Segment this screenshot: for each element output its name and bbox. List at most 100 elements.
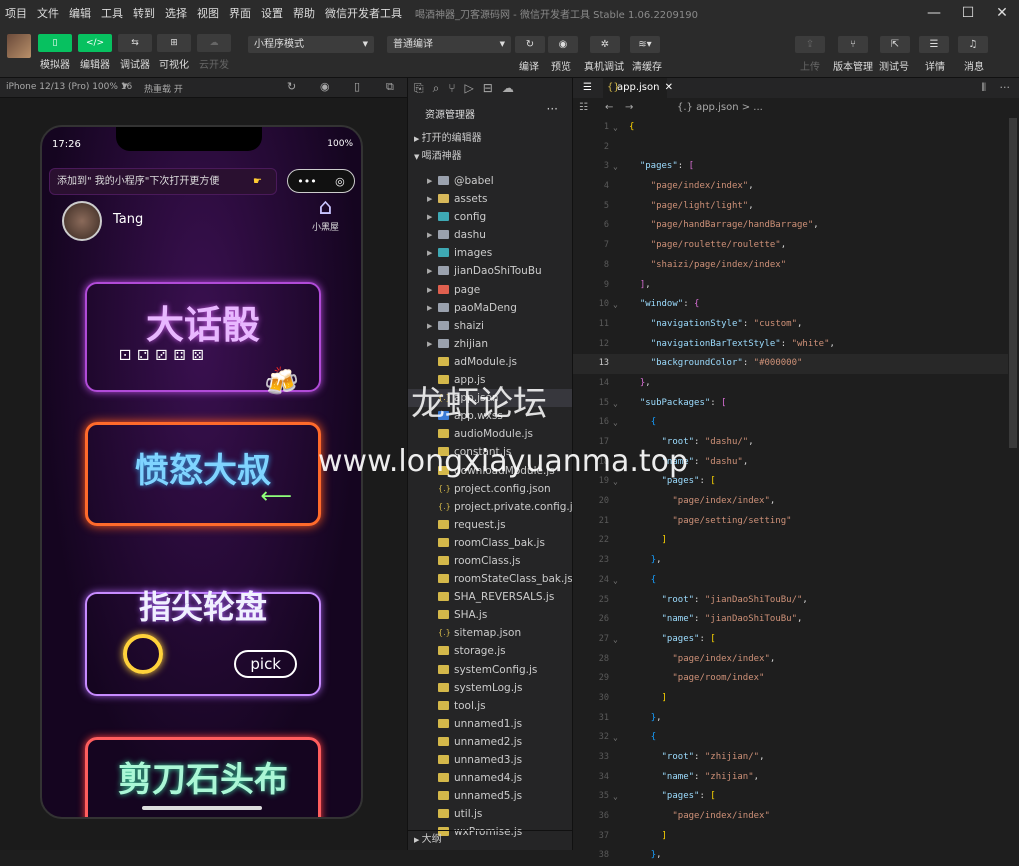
list-icon[interactable]: ☰ bbox=[573, 78, 603, 98]
file-tree-item[interactable]: request.js bbox=[408, 516, 573, 534]
visual-toggle[interactable]: ⊞ 可视化 bbox=[157, 34, 191, 71]
close-miniprogram-button[interactable]: ◎ bbox=[335, 175, 345, 188]
menu-item[interactable]: 视图 bbox=[192, 5, 224, 21]
debugger-toggle[interactable]: ⇆ 调试器 bbox=[118, 34, 152, 71]
cloud-icon[interactable]: ☁ bbox=[502, 81, 514, 95]
fold-icon[interactable]: ⌄ bbox=[613, 787, 618, 807]
more-icon[interactable]: ··· bbox=[1000, 81, 1011, 94]
files-icon[interactable]: ⎘ bbox=[414, 81, 424, 96]
file-tree-item[interactable]: ▶ assets bbox=[408, 190, 573, 208]
file-tree-item[interactable]: {.} sitemap.json bbox=[408, 624, 573, 642]
vertical-scrollbar[interactable] bbox=[1009, 118, 1017, 448]
file-tree-item[interactable]: ▶ page bbox=[408, 281, 573, 299]
wrap-icon[interactable]: ☷ bbox=[579, 98, 588, 118]
file-tree-item[interactable]: unnamed2.js bbox=[408, 733, 573, 751]
file-tree-item[interactable]: storage.js bbox=[408, 642, 573, 660]
file-tree-item[interactable]: unnamed3.js bbox=[408, 751, 573, 769]
game-card-angry-uncle[interactable]: 愤怒大叔 ⟵ bbox=[85, 422, 321, 526]
file-tree-item[interactable]: app.wxss bbox=[408, 407, 573, 425]
file-tree-item[interactable]: util.js bbox=[408, 805, 573, 823]
menu-item[interactable]: 帮助 bbox=[288, 5, 320, 21]
fold-icon[interactable]: ⌄ bbox=[613, 118, 618, 138]
file-tree-item[interactable]: ▶ shaizi bbox=[408, 317, 573, 335]
file-tree-item[interactable]: SHA_REVERSALS.js bbox=[408, 588, 573, 606]
popout-icon[interactable]: ⧉ bbox=[386, 80, 394, 94]
user-avatar[interactable] bbox=[7, 34, 31, 58]
file-tree-item[interactable]: SHA.js bbox=[408, 606, 573, 624]
menu-item[interactable]: 文件 bbox=[32, 5, 64, 21]
file-tree-item[interactable]: ▶ images bbox=[408, 244, 573, 262]
file-tree-item[interactable]: ▶ jianDaoShiTouBu bbox=[408, 262, 573, 280]
file-tree-item[interactable]: adModule.js bbox=[408, 353, 573, 371]
hotreload-toggle[interactable]: 热重载 开 bbox=[144, 82, 183, 95]
menu-item[interactable]: 微信开发者工具 bbox=[320, 5, 407, 21]
file-tree-item[interactable]: {.} app.json bbox=[408, 389, 573, 408]
file-tree-item[interactable]: {.}project.private.config.js... bbox=[408, 498, 573, 516]
maximize-icon[interactable]: ☐ bbox=[951, 0, 985, 26]
close-tab-icon[interactable]: ✕ bbox=[665, 78, 673, 98]
add-miniprogram-tip[interactable]: 添加到" 我的小程序"下次打开更方便 ☛ bbox=[49, 168, 277, 195]
home-button[interactable]: ⌂ 小黑屋 bbox=[312, 195, 339, 233]
fold-icon[interactable]: ⌄ bbox=[613, 472, 618, 492]
fold-icon[interactable]: ⌄ bbox=[613, 413, 618, 433]
file-tree-item[interactable]: ▶ dashu bbox=[408, 226, 573, 244]
mode-select[interactable]: 小程序模式 ▼ bbox=[248, 36, 374, 53]
menu-item[interactable]: 编辑 bbox=[64, 5, 96, 21]
file-tree-item[interactable]: roomStateClass_bak.js bbox=[408, 570, 573, 588]
outline-section[interactable]: ▶ 大纲 bbox=[408, 830, 572, 850]
menu-item[interactable]: 设置 bbox=[256, 5, 288, 21]
fold-icon[interactable]: ⌄ bbox=[613, 728, 618, 748]
file-tree-item[interactable]: systemLog.js bbox=[408, 679, 573, 697]
cloud-toggle[interactable]: ☁ 云开发 bbox=[197, 34, 231, 71]
file-tree-item[interactable]: tool.js bbox=[408, 697, 573, 715]
file-tree-item[interactable]: systemConfig.js bbox=[408, 661, 573, 679]
nav-forward-icon[interactable]: → bbox=[625, 98, 633, 118]
file-tree-item[interactable]: roomClass.js bbox=[408, 552, 573, 570]
file-tree-item[interactable]: ▶ @babel bbox=[408, 172, 573, 190]
file-tree-item[interactable]: downloadModule.js bbox=[408, 462, 573, 480]
file-tree-item[interactable]: roomClass_bak.js bbox=[408, 534, 573, 552]
phone-icon[interactable]: ▯ bbox=[354, 80, 360, 93]
nav-back-icon[interactable]: ← bbox=[605, 98, 613, 118]
file-tree-item[interactable]: app.js bbox=[408, 371, 573, 389]
menu-item[interactable]: 界面 bbox=[224, 5, 256, 21]
game-card-dice[interactable]: 大话骰 ⚀⚁⚂⚃⚄ 🍻 bbox=[85, 282, 321, 398]
menu-item[interactable]: 转到 bbox=[128, 5, 160, 21]
minimize-icon[interactable]: — bbox=[917, 0, 951, 26]
simulator-toggle[interactable]: ▯ 模拟器 bbox=[38, 34, 72, 71]
fold-icon[interactable]: ⌄ bbox=[613, 630, 618, 650]
user-avatar[interactable] bbox=[62, 201, 102, 241]
rotate-icon[interactable]: ↻ bbox=[287, 80, 296, 93]
file-tree-item[interactable]: constant.js bbox=[408, 443, 573, 461]
file-tree-item[interactable]: {.} project.config.json bbox=[408, 480, 573, 498]
device-select[interactable]: iPhone 12/13 (Pro) 100% 16 bbox=[6, 82, 132, 92]
debug-icon[interactable]: ▷ bbox=[465, 81, 474, 95]
menu-item[interactable]: 选择 bbox=[160, 5, 192, 21]
file-tree-item[interactable]: unnamed1.js bbox=[408, 715, 573, 733]
code-area[interactable]: 1 ⌄{2 3 ⌄ "pages": [4 "page/index/index", 5 … bbox=[573, 118, 1008, 866]
split-editor-icon[interactable]: ⫴ bbox=[981, 81, 986, 95]
file-tree-item[interactable]: audioModule.js bbox=[408, 425, 573, 443]
fold-icon[interactable]: ⌄ bbox=[613, 157, 618, 177]
remote-debug-button[interactable]: ✲ bbox=[590, 36, 620, 53]
more-button[interactable]: ••• bbox=[297, 175, 316, 188]
file-tree-item[interactable]: ▶ paoMaDeng bbox=[408, 299, 573, 317]
version-button[interactable]: ⑂ bbox=[838, 36, 868, 53]
source-control-icon[interactable]: ⑂ bbox=[448, 81, 455, 95]
file-tree-item[interactable]: ▶ zhijian bbox=[408, 335, 573, 353]
file-tree-item[interactable]: unnamed4.js bbox=[408, 769, 573, 787]
fold-icon[interactable]: ⌄ bbox=[613, 571, 618, 591]
record-icon[interactable]: ◉ bbox=[320, 80, 330, 93]
search-icon[interactable]: ⌕ bbox=[433, 81, 440, 96]
clear-cache-button[interactable]: ≋▾ bbox=[630, 36, 660, 53]
menu-item[interactable]: 工具 bbox=[96, 5, 128, 21]
upload-button[interactable]: ⇪ bbox=[795, 36, 825, 53]
file-tree-item[interactable]: unnamed5.js bbox=[408, 787, 573, 805]
close-icon[interactable]: ✕ bbox=[985, 0, 1019, 26]
more-icon[interactable]: ··· bbox=[547, 102, 558, 116]
file-tree-item[interactable]: ▶ config bbox=[408, 208, 573, 226]
compile-button[interactable]: ↻ bbox=[515, 36, 545, 53]
project-section[interactable]: ▼ 喝酒神器 bbox=[408, 148, 572, 165]
menu-item[interactable]: 项目 bbox=[0, 5, 32, 21]
preview-button[interactable]: ◉ bbox=[548, 36, 578, 53]
